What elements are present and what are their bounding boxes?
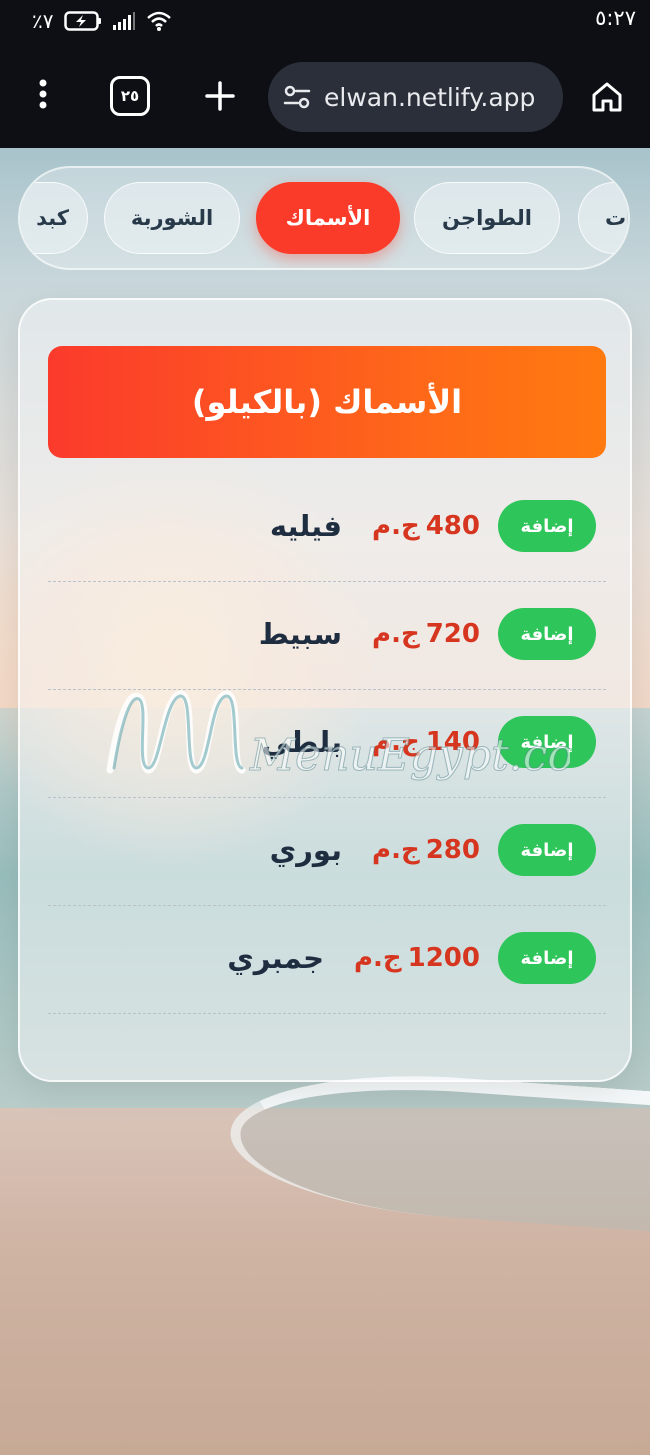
menu-card: الأسماك (بالكيلو) إضافة ج.م 480 فيليه إض… <box>18 298 632 1082</box>
tune-icon[interactable] <box>282 82 312 112</box>
add-button[interactable]: إضافة <box>498 932 596 984</box>
menu-item-row: إضافة ج.م 1200 جمبري <box>48 906 606 1014</box>
battery-percent: ٪٧ <box>32 9 54 33</box>
item-price: ج.م 140 <box>372 727 480 757</box>
item-name: بوري <box>269 833 342 867</box>
wifi-icon <box>146 11 171 31</box>
home-button[interactable] <box>586 76 628 118</box>
menu-item-row: إضافة ج.م 480 فيليه <box>48 474 606 582</box>
menu-item-row: إضافة ج.م 280 بوري <box>48 798 606 906</box>
tabs-button[interactable]: ٢٥ <box>110 76 150 116</box>
clock: ٥:٢٧ <box>595 6 636 30</box>
new-tab-button[interactable] <box>198 74 242 118</box>
signal-icon <box>112 12 135 30</box>
browser-toolbar: ٢٥ elwan.netlify.app <box>0 42 650 148</box>
item-price: ج.م 480 <box>372 511 480 541</box>
category-pill[interactable]: كبد <box>20 182 88 254</box>
tab-count: ٢٥ <box>120 87 140 105</box>
item-name: فيليه <box>269 509 342 543</box>
category-pill[interactable]: الطواجن <box>414 182 560 254</box>
plus-icon <box>205 81 235 111</box>
category-pill[interactable]: الشوربة <box>104 182 240 254</box>
menu-dots-icon <box>39 79 47 109</box>
add-button[interactable]: إضافة <box>498 608 596 660</box>
url-text: elwan.netlify.app <box>324 82 536 112</box>
item-name: بلطي <box>261 725 342 759</box>
item-price: ج.م 1200 <box>353 943 480 973</box>
menu-item-row: إضافة ج.م 720 سبيط <box>48 582 606 690</box>
item-name: جمبري <box>227 941 324 975</box>
category-pill-active[interactable]: الأسماك <box>256 182 400 254</box>
item-name: سبيط <box>258 617 342 651</box>
web-page[interactable]: ات الطواجن الأسماك الشوربة كبد الأسماك (… <box>0 148 650 1455</box>
item-price: ج.م 280 <box>372 835 480 865</box>
item-price: ج.م 720 <box>372 619 480 649</box>
category-pill[interactable]: ات <box>578 182 628 254</box>
menu-item-row: إضافة ج.م 140 بلطي <box>48 690 606 798</box>
section-title: الأسماك (بالكيلو) <box>48 346 606 458</box>
category-scroller[interactable]: ات الطواجن الأسماك الشوربة كبد <box>18 166 630 270</box>
add-button[interactable]: إضافة <box>498 824 596 876</box>
browser-menu-button[interactable] <box>26 74 60 114</box>
address-bar[interactable]: elwan.netlify.app <box>268 62 563 132</box>
add-button[interactable]: إضافة <box>498 716 596 768</box>
battery-charging-icon <box>63 11 101 31</box>
home-icon <box>592 82 622 112</box>
status-bar: ٪٧ ٥:٢٧ <box>0 0 650 42</box>
add-button[interactable]: إضافة <box>498 500 596 552</box>
status-indicators: ٪٧ <box>32 8 172 34</box>
